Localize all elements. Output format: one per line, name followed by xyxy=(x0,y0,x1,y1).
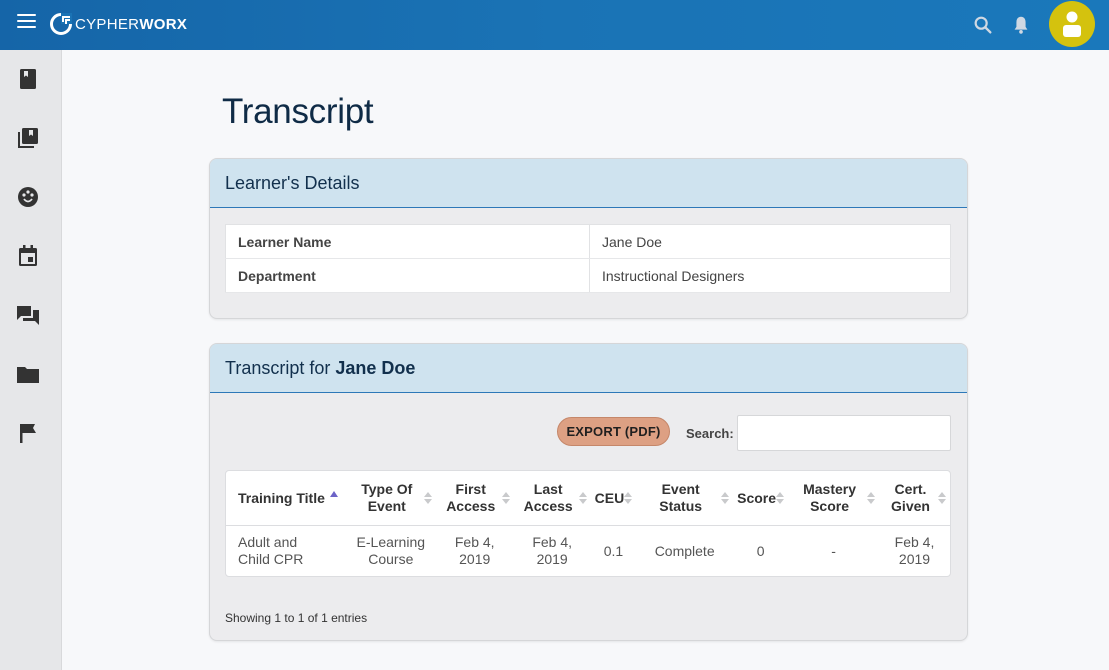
sort-icon xyxy=(721,492,730,504)
sort-icon xyxy=(776,492,785,504)
detail-label: Learner Name xyxy=(225,224,590,259)
sort-icon xyxy=(867,492,875,504)
top-bar: CYPHERWORX xyxy=(0,0,1109,50)
column-header-last-access[interactable]: Last Access xyxy=(513,471,591,526)
column-header-mastery-score[interactable]: Mastery Score xyxy=(788,471,879,526)
sort-icon xyxy=(501,492,510,504)
sort-icon xyxy=(938,492,946,504)
cell-first-access: Feb 4, 2019 xyxy=(454,534,495,567)
sort-icon xyxy=(624,492,633,504)
column-header-event-status[interactable]: Event Status xyxy=(636,471,734,526)
export-pdf-button[interactable]: EXPORT (PDF) xyxy=(557,417,670,446)
cypherworx-logo-icon xyxy=(50,13,72,35)
cell-training-title: Adult and Child CPR xyxy=(238,534,304,567)
library-icon[interactable] xyxy=(15,125,41,151)
detail-row-department: Department Instructional Designers xyxy=(225,258,951,293)
transcript-table: Training Title Type Of Event First Acces… xyxy=(225,470,951,577)
entries-count-text: Showing 1 to 1 of 1 entries xyxy=(225,611,368,625)
column-header-cert-given[interactable]: Cert. Given xyxy=(879,471,950,526)
cell-type-of-event: E-Learning Course xyxy=(356,534,426,567)
calendar-icon[interactable] xyxy=(15,243,41,269)
detail-value: Jane Doe xyxy=(589,224,951,259)
cell-ceu: 0.1 xyxy=(603,542,624,559)
cell-score: 0 xyxy=(756,542,765,559)
palette-icon[interactable] xyxy=(15,184,41,210)
cell-last-access: Feb 4, 2019 xyxy=(532,534,573,567)
sort-icon xyxy=(578,492,587,504)
page-title: Transcript xyxy=(222,92,374,131)
hamburger-menu-icon[interactable] xyxy=(17,14,36,29)
sort-icon xyxy=(423,492,432,504)
search-label: Search: xyxy=(686,426,734,441)
bell-icon[interactable] xyxy=(1010,14,1032,36)
detail-row-learner-name: Learner Name Jane Doe xyxy=(225,224,951,259)
detail-value: Instructional Designers xyxy=(589,258,951,293)
column-header-score[interactable]: Score xyxy=(733,471,789,526)
column-header-training-title[interactable]: Training Title xyxy=(226,471,346,526)
search-icon[interactable] xyxy=(972,14,994,36)
brand-name: CYPHERWORX xyxy=(75,15,188,33)
user-avatar-icon xyxy=(1063,11,1081,37)
brand-logo[interactable]: CYPHERWORX xyxy=(50,12,187,36)
user-avatar[interactable] xyxy=(1049,1,1095,47)
sort-ascending-icon xyxy=(329,490,338,497)
column-header-first-access[interactable]: First Access xyxy=(435,471,514,526)
learner-details-header: Learner's Details xyxy=(210,159,967,208)
learner-details-card: Learner's Details Learner Name Jane Doe … xyxy=(209,158,968,319)
forum-icon[interactable] xyxy=(15,302,41,328)
transcript-card: Transcript for Jane Doe EXPORT (PDF) Sea… xyxy=(209,343,968,641)
folder-icon[interactable] xyxy=(15,361,41,387)
flag-icon[interactable] xyxy=(15,420,41,446)
sidebar xyxy=(0,50,62,670)
detail-label: Department xyxy=(225,258,590,293)
book-icon[interactable] xyxy=(15,66,41,92)
transcript-header-name: Jane Doe xyxy=(335,357,416,378)
cell-cert-given: Feb 4, 2019 xyxy=(894,534,935,567)
transcript-header-prefix: Transcript for xyxy=(225,357,331,378)
table-header-row: Training Title Type Of Event First Acces… xyxy=(226,471,950,526)
table-row: Adult and Child CPR E-Learning Course Feb … xyxy=(226,526,950,576)
search-input[interactable] xyxy=(737,415,951,451)
column-header-type-of-event[interactable]: Type Of Event xyxy=(345,471,436,526)
cell-mastery-score: - xyxy=(831,542,836,559)
transcript-header: Transcript for Jane Doe xyxy=(210,344,967,393)
column-header-ceu[interactable]: CEU xyxy=(590,471,637,526)
learner-details-table: Learner Name Jane Doe Department Instruc… xyxy=(225,224,951,293)
cell-event-status: Complete xyxy=(654,542,715,559)
